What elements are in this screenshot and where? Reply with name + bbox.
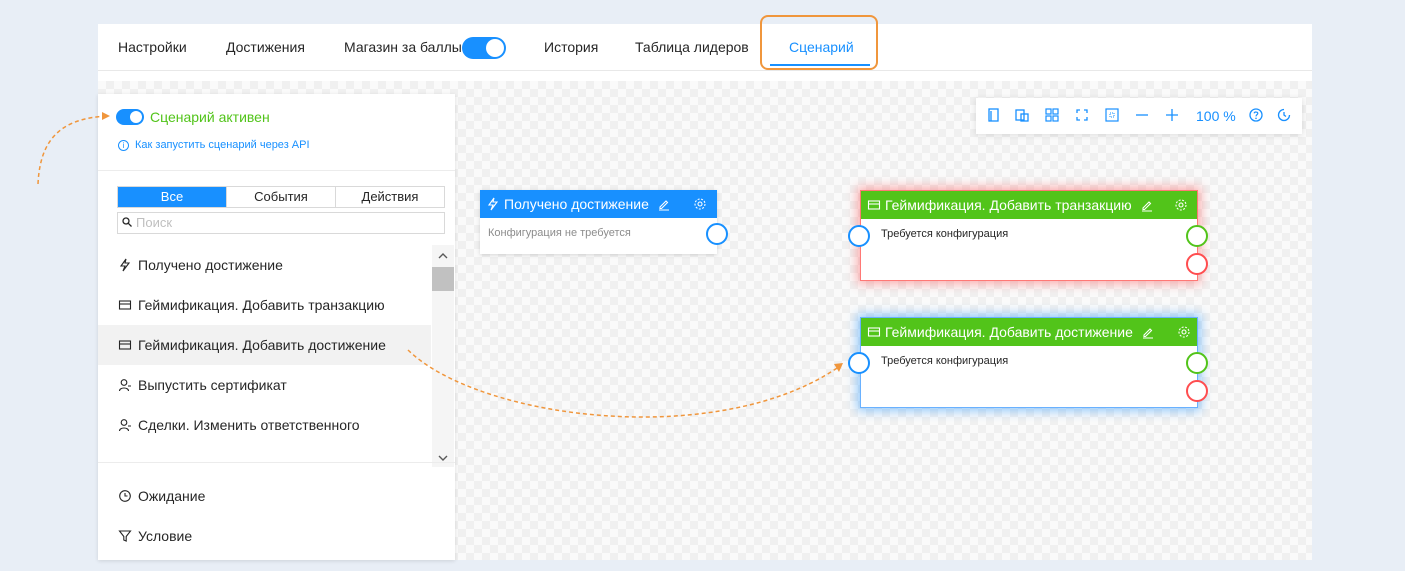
list-item[interactable]: Геймификация. Добавить транзакцию: [98, 285, 431, 325]
canvas-toolbar: 100 %: [976, 98, 1302, 134]
node-header: Геймификация. Добавить достижение: [861, 318, 1197, 346]
node-status: Требуется конфигурация: [881, 355, 1009, 367]
filter-all[interactable]: Все: [118, 187, 226, 207]
divider: [98, 462, 455, 463]
card-icon: [867, 200, 881, 210]
api-help-link-text: Как запустить сценарий через API: [135, 139, 310, 151]
points-shop-toggle[interactable]: [462, 37, 506, 59]
node-status: Конфигурация не требуется: [488, 227, 631, 239]
list-item[interactable]: Сделки. Изменить ответственного: [98, 405, 431, 445]
edit-icon[interactable]: [1141, 325, 1155, 339]
list-item-label: Выпустить сертификат: [138, 377, 287, 393]
node-achievement-received[interactable]: Получено достижение Конфигурация не треб…: [480, 190, 728, 254]
list-scrollbar[interactable]: [432, 245, 454, 467]
gear-icon[interactable]: [1177, 325, 1191, 339]
node-list: Получено достижение Геймификация. Добави…: [98, 245, 431, 445]
paste-icon[interactable]: [1014, 107, 1030, 123]
tab-points-shop[interactable]: Магазин за баллы: [344, 24, 462, 70]
list-item-label: Сделки. Изменить ответственного: [138, 417, 360, 433]
list-item[interactable]: Получено достижение: [98, 245, 431, 285]
layout-icon[interactable]: [1104, 107, 1120, 123]
search-icon: [122, 217, 132, 227]
scroll-thumb[interactable]: [432, 267, 454, 291]
tab-leaderboard[interactable]: Таблица лидеров: [635, 24, 749, 70]
node-title: Получено достижение: [504, 196, 649, 212]
filter-actions[interactable]: Действия: [335, 187, 444, 207]
list-item[interactable]: Геймификация. Добавить достижение: [98, 325, 431, 365]
utility-node-list: Ожидание Условие: [98, 476, 455, 556]
scenario-active-label: Сценарий активен: [150, 109, 270, 125]
edit-icon[interactable]: [1140, 198, 1154, 212]
help-icon[interactable]: [1248, 107, 1264, 123]
list-item[interactable]: Условие: [98, 516, 455, 556]
app-frame: Настройки Достижения Магазин за баллы Ис…: [98, 15, 1312, 560]
fit-screen-icon[interactable]: [1074, 107, 1090, 123]
search-placeholder: Поиск: [136, 215, 173, 230]
card-icon: [867, 327, 881, 337]
edit-icon[interactable]: [657, 197, 671, 211]
user-icon: [118, 419, 131, 432]
error-port[interactable]: [1186, 380, 1208, 402]
divider: [98, 170, 455, 171]
card-icon: [118, 340, 132, 350]
input-port[interactable]: [848, 225, 870, 247]
list-item[interactable]: Выпустить сертификат: [98, 365, 431, 405]
success-port[interactable]: [1186, 225, 1208, 247]
tab-highlight-frame: [760, 15, 878, 70]
list-item-label: Условие: [138, 528, 193, 544]
api-help-link[interactable]: i Как запустить сценарий через API: [118, 139, 310, 151]
lightning-icon: [119, 258, 131, 272]
grid-icon[interactable]: [1044, 107, 1060, 123]
filter-events[interactable]: События: [226, 187, 335, 207]
tab-history[interactable]: История: [544, 24, 598, 70]
search-input[interactable]: Поиск: [117, 212, 445, 234]
node-add-achievement[interactable]: Геймификация. Добавить достижение Требуе…: [848, 317, 1208, 408]
output-port[interactable]: [706, 223, 728, 245]
user-icon: [118, 379, 131, 392]
node-add-transaction[interactable]: Геймификация. Добавить транзакцию Требуе…: [848, 190, 1208, 281]
node-title: Геймификация. Добавить транзакцию: [885, 197, 1132, 213]
lightning-icon: [487, 197, 499, 211]
node-filter: Все События Действия: [117, 186, 445, 208]
tab-settings[interactable]: Настройки: [118, 24, 187, 70]
zoom-in-icon[interactable]: [1164, 107, 1180, 123]
card-icon: [118, 300, 132, 310]
filter-icon: [118, 530, 132, 542]
info-icon: i: [118, 139, 129, 151]
input-port[interactable]: [848, 352, 870, 374]
node-library-panel: Сценарий активен i Как запустить сценари…: [98, 94, 455, 560]
list-item-label: Геймификация. Добавить транзакцию: [138, 297, 385, 313]
zoom-level: 100 %: [1196, 108, 1236, 124]
success-port[interactable]: [1186, 352, 1208, 374]
node-header: Получено достижение: [480, 190, 717, 218]
error-port[interactable]: [1186, 253, 1208, 275]
gear-icon[interactable]: [1174, 198, 1188, 212]
list-item-label: Геймификация. Добавить достижение: [138, 337, 386, 353]
chevron-up-icon[interactable]: [438, 251, 448, 261]
scenario-active-row[interactable]: Сценарий активен: [116, 109, 270, 125]
history-icon[interactable]: [1276, 107, 1292, 123]
scenario-active-toggle[interactable]: [116, 109, 144, 125]
tab-bar: Настройки Достижения Магазин за баллы Ис…: [98, 15, 1312, 71]
node-header: Геймификация. Добавить транзакцию: [861, 191, 1197, 219]
node-title: Геймификация. Добавить достижение: [885, 324, 1133, 340]
tab-achievements[interactable]: Достижения: [226, 24, 305, 70]
clock-icon: [119, 490, 131, 502]
copy-icon[interactable]: [986, 107, 1002, 123]
zoom-out-icon[interactable]: [1134, 107, 1150, 123]
gear-icon[interactable]: [693, 197, 707, 211]
list-item-label: Получено достижение: [138, 257, 283, 273]
list-item[interactable]: Ожидание: [98, 476, 455, 516]
list-item-label: Ожидание: [138, 488, 206, 504]
node-status: Требуется конфигурация: [881, 228, 1009, 240]
